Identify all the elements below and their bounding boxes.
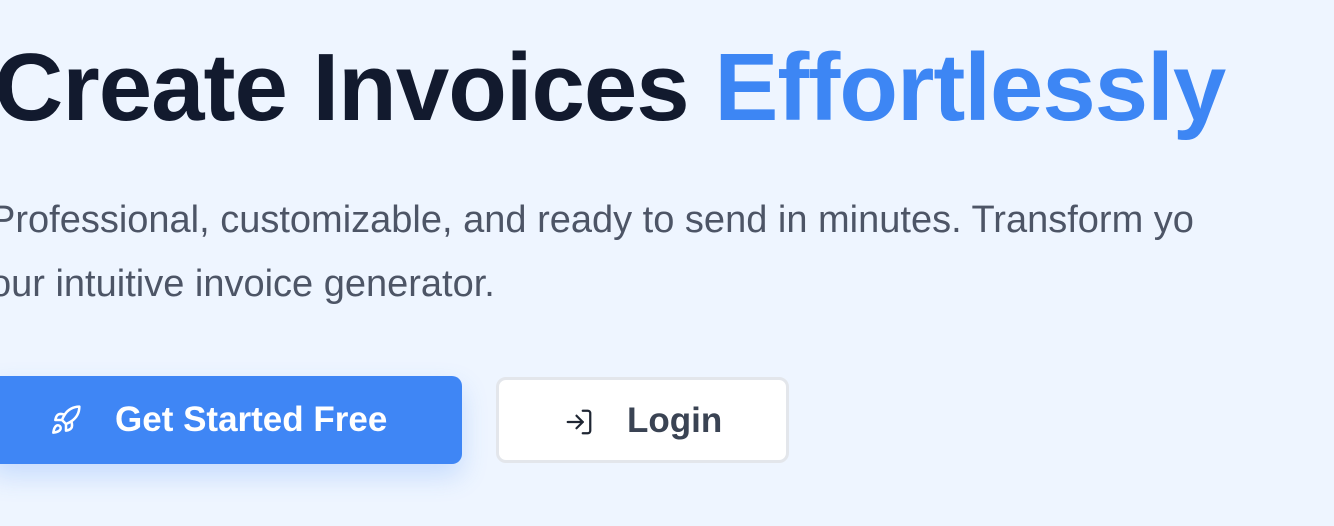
login-icon [564,406,594,436]
get-started-button[interactable]: Get Started Free [0,376,462,464]
hero-subtitle: Professional, customizable, and ready to… [0,188,1334,316]
hero-title: Create Invoices Effortlessly [0,28,1226,148]
hero-title-accent: Effortlessly [714,34,1226,141]
get-started-label: Get Started Free [115,400,388,439]
login-label: Login [627,401,723,440]
hero-title-main: Create Invoices [0,34,690,141]
hero-section: Create Invoices Effortlessly Professiona… [0,0,1334,526]
hero-subtitle-line-2: our intuitive invoice generator. [0,263,495,305]
hero-subtitle-line-1: Professional, customizable, and ready to… [0,199,1194,241]
login-button[interactable]: Login [496,377,789,463]
rocket-icon [50,404,82,436]
